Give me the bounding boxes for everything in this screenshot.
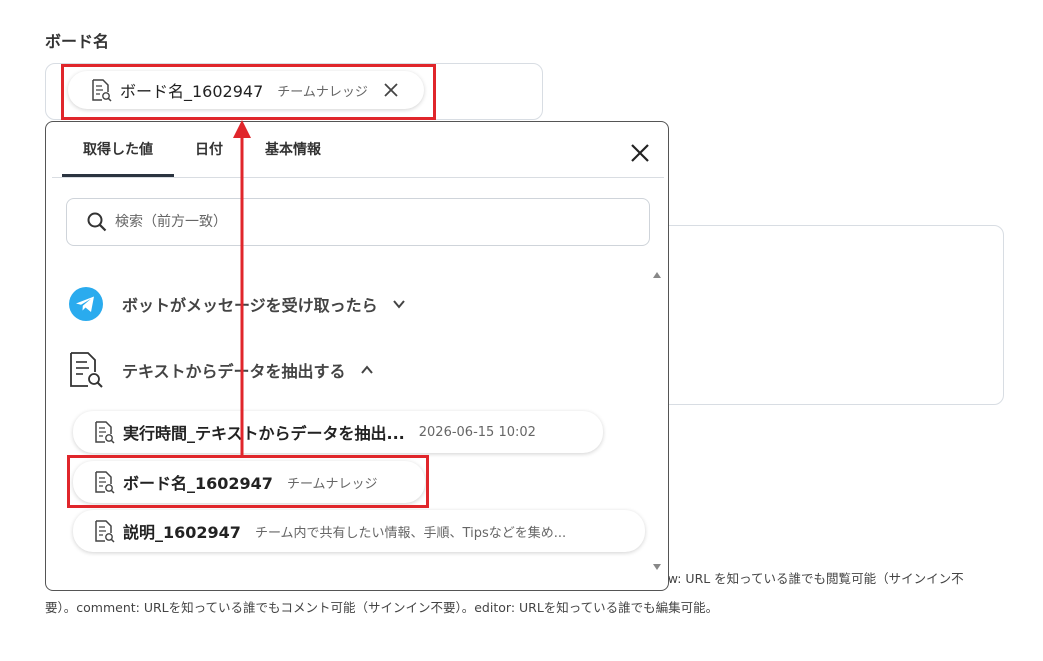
drag-arrow-icon [233, 120, 251, 458]
popup-tabs: 取得した値 日付 基本情報 [62, 122, 342, 177]
list-item-execution-time[interactable]: 実行時間_テキストからデータを抽出... 2026-06-15 10:02 [73, 411, 603, 453]
document-search-icon [95, 520, 115, 543]
item-value: 2026-06-15 10:02 [418, 424, 536, 440]
item-value: チームナレッジ [286, 476, 378, 492]
list-item-description[interactable]: 説明_1602947 チーム内で共有したい情報、手順、Tipsなどを集め... [73, 510, 645, 552]
chevron-up-icon [360, 365, 373, 374]
search-input[interactable] [113, 213, 597, 231]
board-name-label: ボード名 [45, 32, 110, 51]
selected-chip-label: ボード名_1602947 [120, 82, 264, 101]
item-value: チーム内で共有したい情報、手順、Tipsなどを集め... [254, 525, 567, 541]
document-search-icon [92, 79, 112, 102]
help-text-line-1: ew: URL を知っている誰でも閲覧可能（サインイン不 [660, 571, 964, 586]
tab-acquired-values[interactable]: 取得した値 [62, 122, 174, 177]
item-label: ボード名_1602947 [123, 474, 273, 493]
selected-value-chip[interactable]: ボード名_1602947 チームナレッジ [68, 71, 424, 109]
close-icon[interactable] [626, 139, 654, 167]
search-icon [87, 212, 107, 232]
tab-basic-info[interactable]: 基本情報 [244, 122, 342, 177]
scroll-up-arrow[interactable] [653, 272, 661, 278]
list-item-board-name[interactable]: ボード名_1602947 チームナレッジ [73, 461, 425, 503]
document-search-icon [70, 352, 103, 388]
section-extract-text-data[interactable]: テキストからデータを抽出する [68, 351, 374, 389]
telegram-icon [69, 287, 103, 321]
document-search-icon [95, 471, 115, 494]
value-picker-popup: 取得した値 日付 基本情報 ボットがメッセージを受け取ったら [45, 121, 669, 591]
item-label: 説明_1602947 [123, 523, 241, 542]
help-text-line-2: 要）。comment: URLを知っている誰でもコメント可能（サインイン不要）。… [45, 600, 719, 615]
background-textarea[interactable] [612, 225, 1004, 405]
document-search-icon [95, 421, 115, 444]
selected-chip-source: チームナレッジ [277, 84, 368, 100]
search-box[interactable] [66, 198, 650, 246]
scroll-down-arrow[interactable] [653, 564, 661, 570]
tab-divider [52, 177, 664, 178]
chevron-down-icon [392, 300, 405, 309]
item-label: 実行時間_テキストからデータを抽出... [123, 424, 405, 443]
remove-chip-icon[interactable] [382, 81, 400, 99]
